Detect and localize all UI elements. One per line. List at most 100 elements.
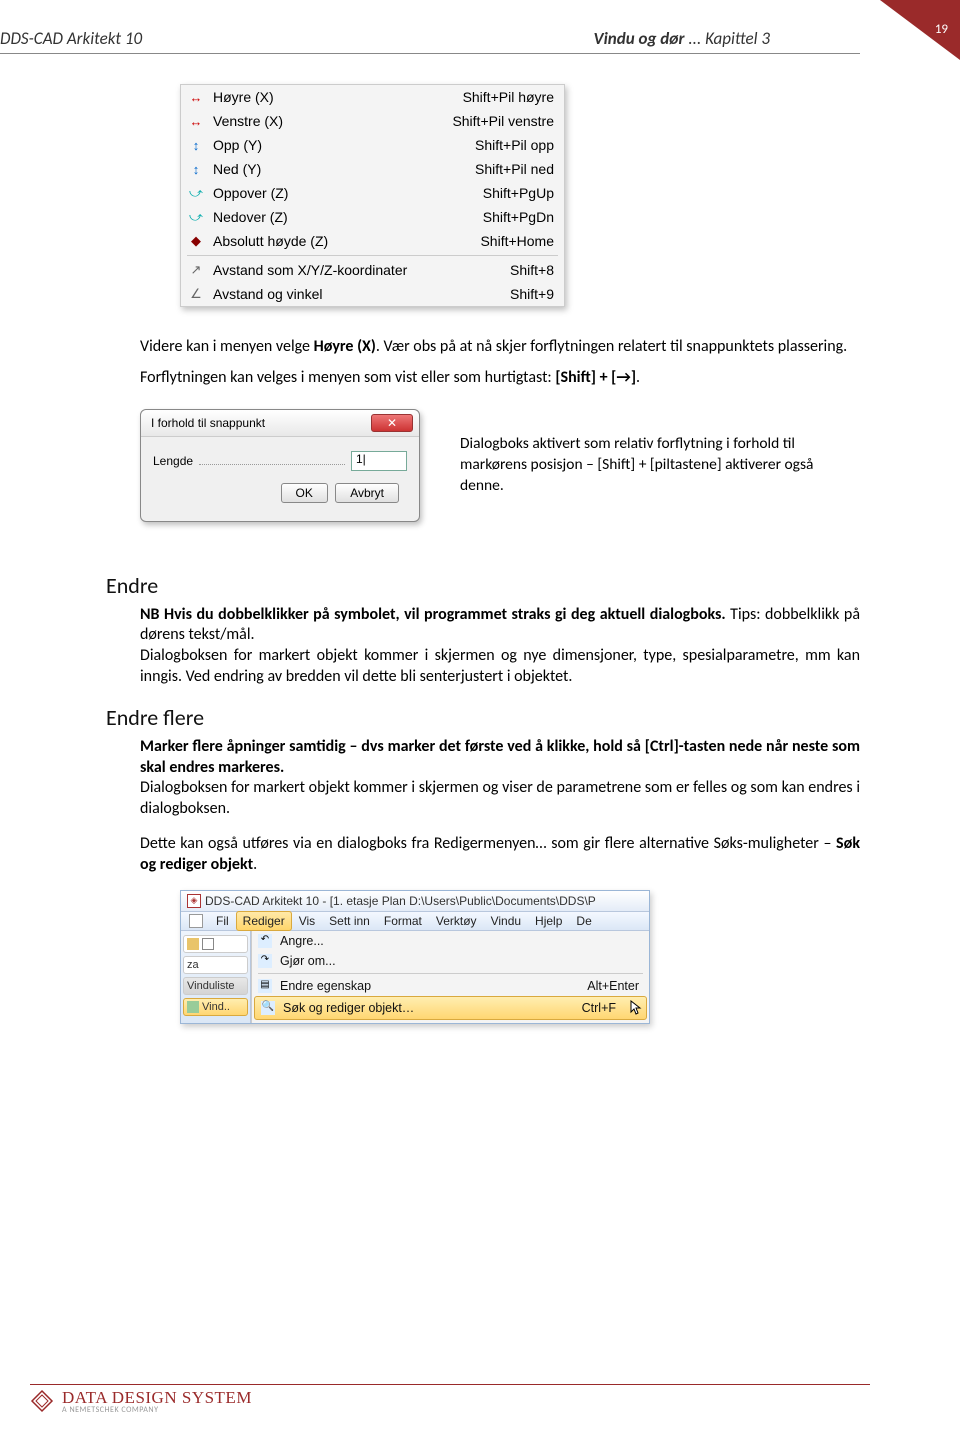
page-corner-decoration [880,0,960,60]
menubar-item-vis[interactable]: Vis [292,911,322,931]
heading-endre-flere: Endre flere [106,704,860,731]
menubar-item-de[interactable]: De [569,911,598,931]
menubar-item-verktøy[interactable]: Verktøy [429,911,484,931]
page-header: DDS-CAD Arkitekt 10 Vindu og dør ... Kap… [0,0,860,54]
cursor-icon [630,1000,642,1016]
box-icon [202,938,214,950]
menu-item-label: Opp (Y) [213,137,467,153]
menubar-item-vindu[interactable]: Vindu [484,911,528,931]
side-chip-vinduliste[interactable]: Vinduliste [183,977,248,995]
dotted-leader [199,457,345,465]
menu-item-shortcut: Shift+9 [510,286,554,302]
menu-item-label: Oppover (Z) [213,185,475,201]
menu-item-shortcut: Shift+Pil opp [475,137,554,153]
menubar-item-format[interactable]: Format [377,911,429,931]
direction-icon: ⤻ [187,208,205,226]
menu-item-label: Ned (Y) [213,161,467,177]
direction-icon: ↕ [187,136,205,154]
menu-item[interactable]: ⤻ Nedover (Z) Shift+PgDn [181,205,564,229]
footer-company: DATA DESIGN SYSTEM [62,1389,252,1406]
menu-item[interactable]: ↔ Høyre (X) Shift+Pil høyre [181,85,564,109]
editor-titlebar: ◈ DDS-CAD Arkitekt 10 - [1. etasje Plan … [181,891,649,912]
menu-item[interactable]: ↕ Opp (Y) Shift+Pil opp [181,133,564,157]
folder-icon [187,938,199,950]
paragraph-endre-flere-1: Marker flere åpninger samtidig – dvs mar… [140,737,860,820]
direction-icon: ⤻ [187,184,205,202]
page-number: 19 [935,22,948,37]
direction-icon: ◆ [187,232,205,250]
menu-separator [258,973,643,974]
dds-logo-icon [30,1389,54,1413]
action-icon: 🔍 [261,1001,275,1015]
menu-item-shortcut: Shift+Pil venstre [452,113,554,129]
dialog-caption-text: Dialogboks aktivert som relativ forflytn… [460,434,820,497]
editor-side-panel: za Vinduliste Vind.. [181,931,251,1023]
menu-item-shortcut: Shift+Home [480,233,554,249]
dropdown-item[interactable]: 🔍 Søk og rediger objekt… Ctrl+F [254,996,647,1020]
cancel-button[interactable]: Avbryt [335,483,399,503]
dropdown-item[interactable]: ▤Endre egenskapAlt+Enter [252,976,649,996]
direction-icon: ↕ [187,160,205,178]
side-chip-vind[interactable]: Vind.. [183,998,248,1016]
length-input[interactable]: 1| [351,451,407,471]
app-icon: ◈ [187,894,201,908]
dropdown-item-shortcut: Ctrl+F [582,1001,616,1015]
menu-item-shortcut: Shift+Pil ned [475,161,554,177]
menu-item[interactable]: ↔Venstre (X)Shift+Pil venstre [181,109,564,133]
action-icon: ↷ [258,954,272,968]
direction-icon: ∠ [187,285,205,303]
side-chip[interactable] [183,935,248,953]
menu-item[interactable]: ∠ Avstand og vinkel Shift+9 [181,282,564,306]
dropdown-item[interactable]: ↷ Gjør om... [252,951,649,971]
footer-tagline: A NEMETSCHEK COMPANY [62,1406,252,1414]
direction-icon: ↔ [187,112,205,130]
page-footer: DATA DESIGN SYSTEM A NEMETSCHEK COMPANY [30,1384,870,1414]
menu-item-label: Avstand som X/Y/Z-koordinater [213,262,502,278]
list-icon [187,1001,199,1013]
dropdown-item[interactable]: ↶ Angre... [252,931,649,951]
menubar-item-rediger[interactable]: Rediger [236,911,292,931]
dropdown-item-label: Angre... [280,934,631,948]
direction-icon: ↗ [187,261,205,279]
action-icon: ↶ [258,934,272,948]
menu-item-shortcut: Shift+8 [510,262,554,278]
toolbar-handle-icon [189,914,203,928]
length-label: Lengde [153,454,193,468]
menu-item-label: Avstand og vinkel [213,286,502,302]
menu-item-label: Høyre (X) [213,89,455,105]
editor-window: ◈ DDS-CAD Arkitekt 10 - [1. etasje Plan … [180,890,650,1024]
editor-title-text: DDS-CAD Arkitekt 10 - [1. etasje Plan D:… [205,894,596,908]
editor-menubar: FilRedigerVisSett innFormatVerktøyVinduH… [181,912,649,931]
menubar-item-hjelp[interactable]: Hjelp [528,911,569,931]
menu-item-label: Absolutt høyde (Z) [213,233,472,249]
menu-item[interactable]: ⤻ Oppover (Z) Shift+PgUp [181,181,564,205]
menu-item-label: Nedover (Z) [213,209,475,225]
menu-item[interactable]: ◆ Absolutt høyde (Z) Shift+Home [181,229,564,253]
move-context-menu: ↔ Høyre (X) Shift+Pil høyre ↔Venstre (X)Shi… [180,84,565,307]
dropdown-item-shortcut: Alt+Enter [587,979,639,993]
heading-endre: Endre [106,572,860,599]
dropdown-item-label: Gjør om... [280,954,631,968]
menubar-item-fil[interactable]: Fil [209,911,236,931]
close-icon[interactable]: ✕ [371,414,413,432]
ok-button[interactable]: OK [281,483,328,503]
dropdown-item-label: Søk og rediger objekt… [283,1001,574,1015]
menu-item-shortcut: Shift+PgUp [483,185,554,201]
side-chip-za[interactable]: za [183,956,248,974]
paragraph-intro-1: Videre kan i menyen velge Høyre (X). Vær… [140,337,860,358]
paragraph-endre-flere-2: Dette kan også utføres via en dialogboks… [140,834,860,876]
snappunkt-dialog: I forhold til snappunkt ✕ Lengde 1| OK A… [140,409,420,522]
rediger-dropdown: ↶ Angre... ↷ Gjør om... ▤Endre egenskapAlt+E… [251,931,649,1023]
paragraph-endre-1: NB Hvis du dobbelklikker på symbolet, vi… [140,605,860,688]
menu-item-shortcut: Shift+Pil høyre [463,89,554,105]
dialog-title: I forhold til snappunkt [151,416,265,430]
header-app-name: DDS-CAD Arkitekt 10 [0,28,142,49]
menu-item[interactable]: ↕ Ned (Y) Shift+Pil ned [181,157,564,181]
menubar-item-sett inn[interactable]: Sett inn [322,911,377,931]
menu-item[interactable]: ↗ Avstand som X/Y/Z-koordinater Shift+8 [181,258,564,282]
header-chapter: Vindu og dør ... Kapittel 3 [594,28,770,49]
direction-icon: ↔ [187,88,205,106]
menu-separator [187,255,558,256]
menu-item-shortcut: Shift+PgDn [483,209,554,225]
paragraph-intro-2: Forflytningen kan velges i menyen som vi… [140,368,860,389]
